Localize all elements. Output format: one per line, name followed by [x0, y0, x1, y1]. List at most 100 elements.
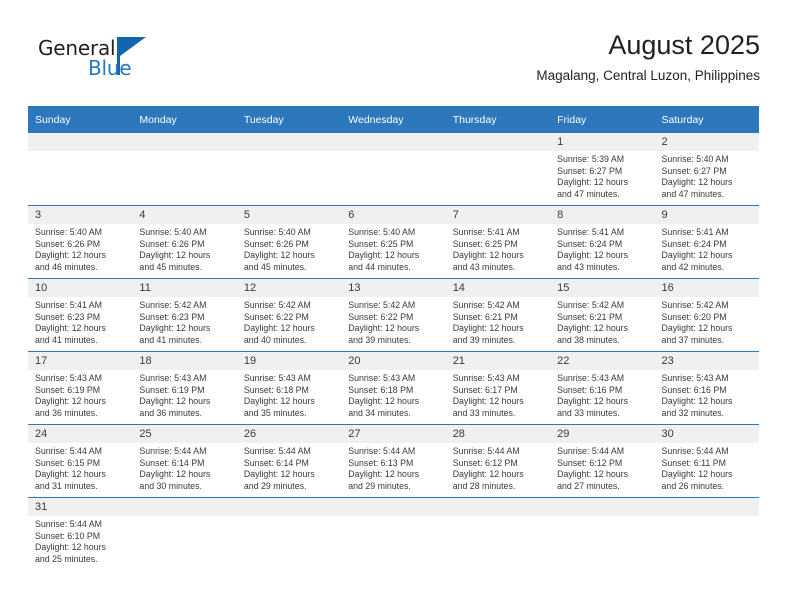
day-detail-daylight-l2: and 37 minutes.: [661, 334, 725, 345]
day-details: Sunrise: 5:44 AM Sunset: 6:14 PM Daylight:…: [132, 443, 236, 492]
logo-text-blue: Blue: [88, 56, 132, 80]
calendar-day-cell[interactable]: 16 Sunrise: 5:42 AM Sunset: 6:20 PM Dayligh…: [654, 278, 759, 352]
day-details: Sunrise: 5:41 AM Sunset: 6:24 PM Daylight:…: [550, 224, 654, 273]
day-detail-daylight-l1: Daylight: 12 hours: [661, 396, 733, 407]
calendar-day-cell[interactable]: 23 Sunrise: 5:43 AM Sunset: 6:16 PM Dayligh…: [654, 351, 759, 425]
calendar-day-cell[interactable]: 25 Sunrise: 5:44 AM Sunset: 6:14 PM Dayligh…: [132, 424, 237, 498]
day-details: Sunrise: 5:44 AM Sunset: 6:12 PM Daylight:…: [446, 443, 550, 492]
day-detail-daylight-l2: and 39 minutes.: [452, 334, 516, 345]
calendar-day-cell[interactable]: 6 Sunrise: 5:40 AM Sunset: 6:25 PM Daylight…: [341, 205, 446, 279]
day-details: Sunrise: 5:44 AM Sunset: 6:13 PM Daylight:…: [341, 443, 445, 492]
calendar-day-cell[interactable]: 7 Sunrise: 5:41 AM Sunset: 6:25 PM Daylight…: [445, 205, 551, 279]
calendar-week-row: 10 Sunrise: 5:41 AM Sunset: 6:23 PM Dayligh…: [28, 278, 759, 352]
day-detail-sunrise: Sunrise: 5:43 AM: [661, 373, 729, 383]
day-detail-daylight-l1: Daylight: 12 hours: [243, 250, 315, 261]
calendar-day-cell[interactable]: 17 Sunrise: 5:43 AM Sunset: 6:19 PM Dayligh…: [28, 351, 133, 425]
calendar-day-cell[interactable]: 11 Sunrise: 5:42 AM Sunset: 6:23 PM Dayligh…: [132, 278, 237, 352]
day-number: [132, 498, 237, 516]
calendar-day-cell-empty: [654, 497, 759, 570]
day-details: Sunrise: 5:41 AM Sunset: 6:24 PM Daylight:…: [655, 224, 759, 273]
day-detail-sunrise: Sunrise: 5:42 AM: [661, 300, 729, 310]
calendar-day-cell[interactable]: 1 Sunrise: 5:39 AM Sunset: 6:27 PM Daylight…: [550, 133, 655, 206]
day-detail-sunrise: Sunrise: 5:43 AM: [557, 373, 625, 383]
calendar-day-cell[interactable]: 18 Sunrise: 5:43 AM Sunset: 6:19 PM Dayligh…: [132, 351, 237, 425]
calendar-day-cell[interactable]: 10 Sunrise: 5:41 AM Sunset: 6:23 PM Dayligh…: [28, 278, 133, 352]
day-detail-daylight-l2: and 47 minutes.: [557, 188, 620, 199]
calendar-day-cell-empty: [445, 497, 551, 570]
day-detail-sunrise: Sunrise: 5:40 AM: [348, 227, 416, 237]
day-detail-daylight-l1: Daylight: 12 hours: [557, 323, 629, 334]
day-detail-daylight-l2: and 27 minutes.: [557, 480, 620, 491]
day-number: 19: [236, 352, 342, 370]
calendar-day-cell[interactable]: 27 Sunrise: 5:44 AM Sunset: 6:13 PM Dayligh…: [341, 424, 446, 498]
day-details: Sunrise: 5:42 AM Sunset: 6:21 PM Daylight:…: [446, 297, 550, 346]
day-number: [341, 498, 446, 516]
day-details: Sunrise: 5:42 AM Sunset: 6:22 PM Daylight:…: [237, 297, 341, 346]
day-number: 16: [654, 279, 759, 297]
day-detail-sunset: Sunset: 6:11 PM: [661, 457, 726, 468]
calendar-day-cell[interactable]: 22 Sunrise: 5:43 AM Sunset: 6:16 PM Dayligh…: [550, 351, 655, 425]
day-detail-daylight-l1: Daylight: 12 hours: [452, 469, 524, 480]
calendar-day-cell[interactable]: 20 Sunrise: 5:43 AM Sunset: 6:18 PM Dayligh…: [341, 351, 446, 425]
calendar-week-row: 31 Sunrise: 5:44 AM Sunset: 6:10 PM Dayligh…: [28, 497, 759, 570]
calendar-day-cell[interactable]: 4 Sunrise: 5:40 AM Sunset: 6:26 PM Daylight…: [132, 205, 237, 279]
calendar-day-cell[interactable]: 9 Sunrise: 5:41 AM Sunset: 6:24 PM Daylight…: [654, 205, 759, 279]
day-detail-sunset: Sunset: 6:25 PM: [452, 238, 518, 249]
day-detail-sunrise: Sunrise: 5:41 AM: [661, 227, 729, 237]
day-number: [132, 133, 237, 151]
day-detail-sunrise: Sunrise: 5:44 AM: [139, 446, 207, 456]
day-number: 2: [654, 133, 759, 151]
day-detail-sunrise: Sunrise: 5:40 AM: [139, 227, 207, 237]
calendar-day-cell[interactable]: 26 Sunrise: 5:44 AM Sunset: 6:14 PM Dayligh…: [236, 424, 342, 498]
day-details: Sunrise: 5:44 AM Sunset: 6:14 PM Daylight:…: [237, 443, 341, 492]
calendar-day-cell[interactable]: 21 Sunrise: 5:43 AM Sunset: 6:17 PM Dayligh…: [445, 351, 551, 425]
calendar-day-cell[interactable]: 5 Sunrise: 5:40 AM Sunset: 6:26 PM Daylight…: [236, 205, 342, 279]
day-detail-daylight-l2: and 43 minutes.: [452, 261, 516, 272]
day-detail-daylight-l1: Daylight: 12 hours: [557, 469, 629, 480]
calendar-day-cell[interactable]: 8 Sunrise: 5:41 AM Sunset: 6:24 PM Daylight…: [550, 205, 655, 279]
calendar-day-cell[interactable]: 29 Sunrise: 5:44 AM Sunset: 6:12 PM Dayligh…: [550, 424, 655, 498]
calendar-day-cell[interactable]: 19 Sunrise: 5:43 AM Sunset: 6:18 PM Dayligh…: [236, 351, 342, 425]
day-detail-sunset: Sunset: 6:18 PM: [348, 384, 414, 395]
day-detail-daylight-l2: and 36 minutes.: [35, 407, 98, 418]
day-number: [550, 498, 655, 516]
day-detail-daylight-l1: Daylight: 12 hours: [661, 323, 733, 334]
day-detail-daylight-l1: Daylight: 12 hours: [35, 323, 106, 334]
day-detail-daylight-l2: and 32 minutes.: [661, 407, 725, 418]
calendar-day-cell[interactable]: 30 Sunrise: 5:44 AM Sunset: 6:11 PM Dayligh…: [654, 424, 759, 498]
day-detail-sunset: Sunset: 6:24 PM: [557, 238, 623, 249]
day-number: 10: [28, 279, 133, 297]
day-detail-daylight-l1: Daylight: 12 hours: [452, 250, 524, 261]
calendar-day-cell[interactable]: 2 Sunrise: 5:40 AM Sunset: 6:27 PM Daylight…: [654, 133, 759, 206]
calendar-day-cell[interactable]: 14 Sunrise: 5:42 AM Sunset: 6:21 PM Dayligh…: [445, 278, 551, 352]
day-number: 26: [236, 425, 342, 443]
weekday-header-tuesday: Tuesday: [236, 106, 342, 133]
calendar-day-cell[interactable]: 13 Sunrise: 5:42 AM Sunset: 6:22 PM Dayligh…: [341, 278, 446, 352]
day-detail-daylight-l1: Daylight: 12 hours: [661, 469, 733, 480]
day-detail-daylight-l1: Daylight: 12 hours: [35, 542, 106, 553]
day-detail-sunrise: Sunrise: 5:44 AM: [661, 446, 729, 456]
calendar-day-cell[interactable]: 12 Sunrise: 5:42 AM Sunset: 6:22 PM Dayligh…: [236, 278, 342, 352]
page-subtitle: Magalang, Central Luzon, Philippines: [536, 68, 760, 83]
day-detail-daylight-l2: and 33 minutes.: [557, 407, 620, 418]
calendar-day-cell[interactable]: 15 Sunrise: 5:42 AM Sunset: 6:21 PM Dayligh…: [550, 278, 655, 352]
day-number: [236, 498, 342, 516]
calendar-day-cell[interactable]: 28 Sunrise: 5:44 AM Sunset: 6:12 PM Dayligh…: [445, 424, 551, 498]
calendar-day-cell[interactable]: 31 Sunrise: 5:44 AM Sunset: 6:10 PM Dayligh…: [28, 497, 133, 570]
day-details: Sunrise: 5:44 AM Sunset: 6:15 PM Daylight:…: [28, 443, 132, 492]
day-detail-daylight-l1: Daylight: 12 hours: [452, 396, 524, 407]
page-header: General Blue August 2025 Magalang, Centr…: [28, 28, 760, 98]
calendar-day-cell[interactable]: 24 Sunrise: 5:44 AM Sunset: 6:15 PM Dayligh…: [28, 424, 133, 498]
day-number: [28, 133, 133, 151]
day-detail-daylight-l1: Daylight: 12 hours: [557, 250, 629, 261]
day-number: 11: [132, 279, 237, 297]
day-number: 8: [550, 206, 655, 224]
day-detail-sunset: Sunset: 6:16 PM: [557, 384, 623, 395]
day-detail-sunrise: Sunrise: 5:43 AM: [35, 373, 102, 383]
calendar-day-cell[interactable]: 3 Sunrise: 5:40 AM Sunset: 6:26 PM Daylight…: [28, 205, 133, 279]
day-number: 4: [132, 206, 237, 224]
day-number: 15: [550, 279, 655, 297]
day-detail-daylight-l1: Daylight: 12 hours: [139, 469, 211, 480]
day-details: Sunrise: 5:42 AM Sunset: 6:23 PM Daylight:…: [132, 297, 236, 346]
day-detail-sunrise: Sunrise: 5:43 AM: [139, 373, 207, 383]
